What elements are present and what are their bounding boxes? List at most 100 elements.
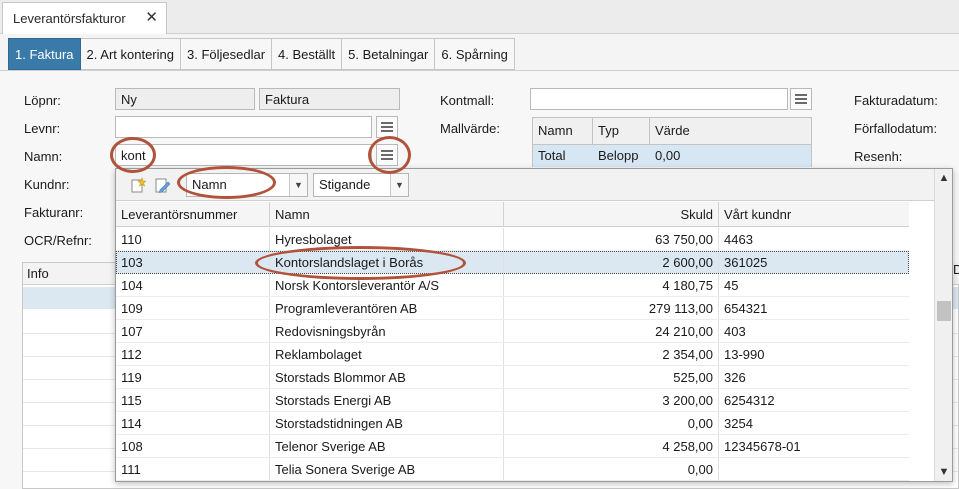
levnr-lookup-button[interactable] [376,116,398,138]
lopnr-label: Löpnr: [24,93,61,108]
kontmall-field[interactable] [530,88,788,110]
chevron-up-icon[interactable]: ▲ [935,169,953,187]
col-leverantorsnummer[interactable]: Leverantörsnummer [116,202,270,226]
ocr-refnr-label: OCR/Refnr: [24,233,92,248]
cell-kundnr [719,458,909,480]
chevron-down-icon[interactable]: ▼ [289,174,307,196]
lopnr-field: Ny [115,88,255,110]
info-grid-col-d: D [953,262,959,284]
edit-document-icon[interactable] [154,177,170,193]
table-row[interactable]: 104 Norsk Kontorsleverantör A/S 4 180,75… [116,274,909,297]
mallvarde-label: Mallvärde: [440,121,500,136]
levnr-label: Levnr: [24,121,61,136]
cell-namn: Telenor Sverige AB [270,435,504,457]
cell-namn: Kontorslandslaget i Borås [270,251,504,273]
cell-kundnr: 13-990 [724,347,765,362]
tab-faktura[interactable]: 1. Faktura [8,38,81,70]
cell-skuld: 24 210,00 [504,320,719,342]
table-row[interactable]: 107 Redovisningsbyrån 24 210,00 403 [116,320,909,343]
table-row[interactable]: 119 Storstads Blommor AB 525,00 326 [116,366,909,389]
table-row[interactable]: 115 Storstads Energi AB 3 200,00 6254312 [116,389,909,412]
cell-skuld: 3 200,00 [504,389,719,411]
mall-table-header: Namn Typ Värde [533,118,811,145]
table-row[interactable]: 108 Telenor Sverige AB 4 258,00 12345678… [116,435,909,458]
table-row[interactable]: 110 Hyresbolaget 63 750,00 4463 [116,228,909,251]
mall-col-typ[interactable]: Typ [593,118,650,144]
list-icon [381,122,393,132]
window-tab-leverantorsfakturor[interactable]: Leverantörsfakturor ✕ [2,2,167,34]
cell-kundnr: 3254 [724,416,753,431]
cell-skuld: 525,00 [504,366,719,388]
scrollbar-thumb[interactable] [937,301,951,321]
cell-nr: 104 [116,274,270,296]
cell-nr: 108 [116,435,270,457]
cell-nr: 109 [116,297,270,319]
mall-col-varde[interactable]: Värde [650,118,811,144]
resenh-label: Resenh: [854,149,903,164]
table-row[interactable]: 109 Programleverantören AB 279 113,00 65… [116,297,909,320]
col-vart-kundnr[interactable]: Vårt kundnr [719,202,909,226]
cell-skuld: 4 180,75 [504,274,719,296]
popup-scrollbar[interactable]: ▲ ▼ [934,169,952,481]
cell-skuld: 279 113,00 [504,297,719,319]
cell-skuld: 63 750,00 [504,228,719,250]
cell-kundnr: 45 [724,278,739,293]
popup-grid-header: Leverantörsnummer Namn Skuld Vårt kundnr [116,202,909,227]
tab-bestallt[interactable]: 4. Beställt [272,38,343,70]
fakturanr-label: Fakturanr: [24,205,84,220]
fakturadatum-label: Fakturadatum: [854,93,938,108]
mall-table-row[interactable]: Total Belopp 0,00 [533,145,811,167]
close-icon[interactable]: ✕ [145,10,158,26]
mall-cell-typ: Belopp [598,148,639,163]
cell-skuld: 4 258,00 [504,435,719,457]
col-namn[interactable]: Namn [270,202,504,226]
table-row[interactable]: 112 Reklambolaget 2 354,00 13-990 [116,343,909,366]
mall-cell-namn: Total [538,148,566,163]
col-skuld[interactable]: Skuld [504,202,719,226]
table-row-selected[interactable]: 103 Kontorslandslaget i Borås 2 600,00 3… [116,251,909,274]
cell-nr: 115 [116,389,270,411]
sort-order-select[interactable]: Stigande ▼ [313,173,409,197]
cell-kundnr: 4463 [724,232,753,247]
chevron-down-icon[interactable]: ▼ [390,174,408,196]
cell-nr: 114 [116,412,270,434]
cell-skuld: 0,00 [504,458,719,480]
cell-namn: Reklambolaget [270,343,504,365]
lopnr-type-field: Faktura [259,88,400,110]
chevron-down-icon[interactable]: ▼ [935,463,953,481]
forfallodatum-label: Förfallodatum: [854,121,938,136]
popup-toolbar: Namn ▼ Stigande ▼ [116,169,936,201]
subtab-bar: 1. Faktura 2. Art kontering 3. Följesedl… [8,38,515,70]
cell-kundnr: 361025 [724,255,768,270]
namn-lookup-button[interactable] [376,144,398,166]
kontmall-lookup-button[interactable] [790,88,812,110]
table-row[interactable]: 114 Storstadstidningen AB 0,00 3254 [116,412,909,435]
sort-field-select[interactable]: Namn ▼ [186,173,308,197]
cell-nr: 111 [116,458,270,480]
cell-kundnr: 12345678-01 [724,439,801,454]
tab-art-kontering[interactable]: 2. Art kontering [80,38,181,70]
kontmall-label: Kontmall: [440,93,495,108]
table-row[interactable]: 111 Telia Sonera Sverige AB 0,00 [116,458,909,481]
levnr-field[interactable] [115,116,372,138]
kundnr-label: Kundnr: [24,177,70,192]
new-document-icon[interactable] [130,177,146,193]
list-icon [795,94,807,104]
cell-namn: Storstads Blommor AB [270,366,504,388]
tab-sparning[interactable]: 6. Spårning [435,38,515,70]
namn-field[interactable]: kont [115,144,372,166]
cell-nr: 103 [116,251,270,273]
tab-foljesedlar[interactable]: 3. Följesedlar [180,38,273,70]
tab-betalningar[interactable]: 5. Betalningar [342,38,436,70]
cell-namn: Programleverantören AB [270,297,504,319]
namn-label: Namn: [24,149,63,164]
cell-namn: Hyresbolaget [270,228,504,250]
cell-nr: 107 [116,320,270,342]
cell-namn: Norsk Kontorsleverantör A/S [270,274,504,296]
cell-skuld: 2 354,00 [504,343,719,365]
cell-namn: Telia Sonera Sverige AB [270,458,504,480]
mall-col-namn[interactable]: Namn [533,118,593,144]
cell-kundnr: 403 [724,324,746,339]
window-tab-title: Leverantörsfakturor [13,11,126,26]
supplier-lookup-popup: Namn ▼ Stigande ▼ Leverantörsnummer Namn… [115,168,953,482]
